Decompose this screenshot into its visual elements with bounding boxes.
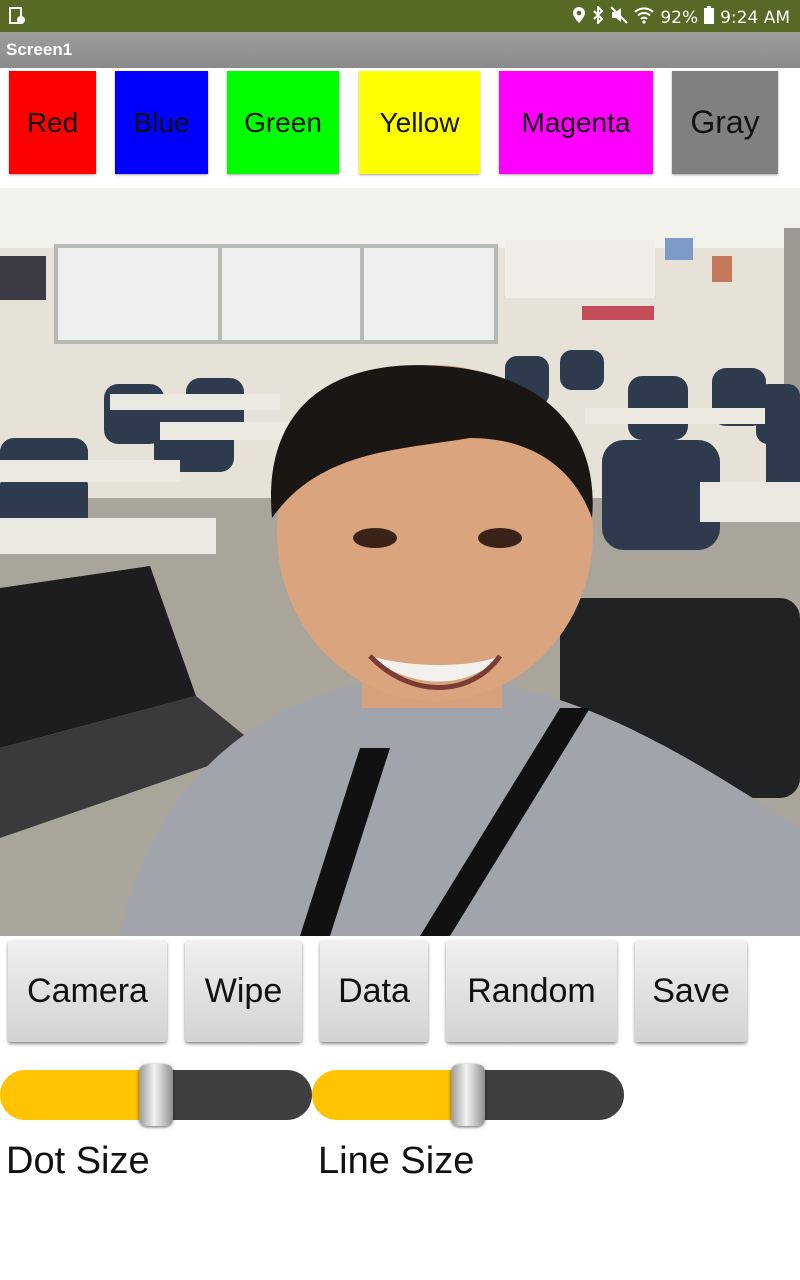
- status-bar: 92% 9:24 AM: [0, 0, 800, 32]
- line-size-slider-fill: [312, 1070, 468, 1120]
- dot-size-slider-thumb[interactable]: [139, 1064, 173, 1126]
- notification-icon: [8, 6, 26, 30]
- mute-icon: [610, 6, 629, 29]
- location-icon: [572, 6, 586, 29]
- red-button[interactable]: Red: [9, 71, 96, 174]
- magenta-button[interactable]: Magenta: [499, 71, 653, 174]
- drawing-canvas[interactable]: [0, 188, 800, 936]
- line-size-label: Line Size: [318, 1140, 475, 1182]
- dot-size-slider-track: [156, 1070, 312, 1120]
- dot-size-slider[interactable]: [0, 1064, 312, 1126]
- title-bar: Screen1: [0, 32, 800, 68]
- line-size-slider[interactable]: [312, 1064, 624, 1126]
- clock: 9:24 AM: [720, 7, 790, 28]
- screen-title: Screen1: [6, 40, 73, 59]
- random-button[interactable]: Random: [446, 940, 617, 1042]
- gray-button[interactable]: Gray: [672, 71, 778, 174]
- bluetooth-icon: [592, 4, 604, 29]
- dot-size-slider-fill: [0, 1070, 156, 1120]
- camera-button[interactable]: Camera: [8, 940, 167, 1042]
- green-button[interactable]: Green: [227, 71, 339, 174]
- battery-icon: [704, 6, 715, 29]
- save-button[interactable]: Save: [635, 940, 747, 1042]
- selfie-photo: [0, 188, 800, 936]
- yellow-button[interactable]: Yellow: [359, 71, 480, 174]
- battery-level: 92%: [660, 7, 699, 28]
- dot-size-label: Dot Size: [6, 1140, 150, 1182]
- line-size-slider-track: [468, 1070, 624, 1120]
- data-button[interactable]: Data: [320, 940, 428, 1042]
- blue-button[interactable]: Blue: [115, 71, 208, 174]
- line-size-slider-thumb[interactable]: [451, 1064, 485, 1126]
- wifi-icon: [634, 6, 655, 29]
- wipe-button[interactable]: Wipe: [185, 940, 302, 1042]
